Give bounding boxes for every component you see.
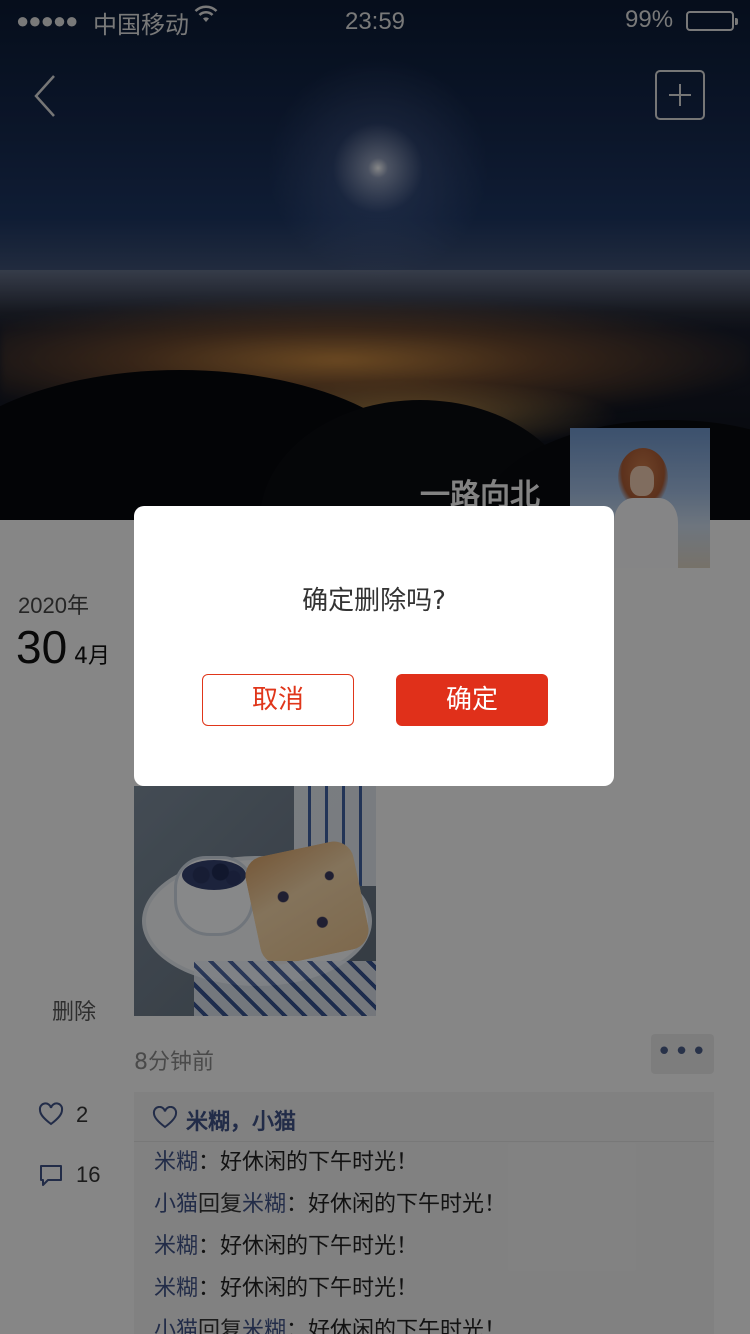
confirm-delete-dialog: 确定删除吗? 取消 确定 [134, 506, 614, 786]
dialog-message: 确定删除吗? [302, 586, 446, 616]
cancel-button[interactable]: 取消 [202, 674, 354, 726]
confirm-button[interactable]: 确定 [396, 674, 548, 726]
